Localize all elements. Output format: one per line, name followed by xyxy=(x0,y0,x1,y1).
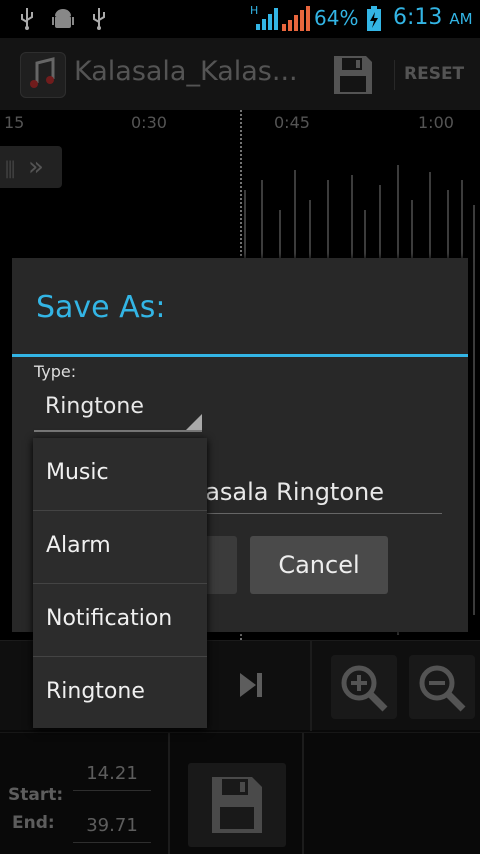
network-type-label: H xyxy=(250,4,258,17)
usb-icon xyxy=(21,8,33,30)
clock-ampm: AM xyxy=(449,10,473,28)
clock-time: 6:13 xyxy=(393,5,443,30)
battery-percent: 64% xyxy=(314,6,359,30)
dropdown-item-label: Alarm xyxy=(46,533,111,558)
usb-icon xyxy=(93,8,105,30)
signal-icon xyxy=(282,6,310,31)
cancel-button[interactable]: Cancel xyxy=(250,536,388,594)
ringtone-name-value: asala Ringtone xyxy=(205,478,384,506)
dropdown-item-label: Music xyxy=(46,460,109,485)
status-bar: H 64% 6:13 AM xyxy=(0,0,480,38)
clock: 6:13 AM xyxy=(393,5,473,30)
dropdown-arrow-icon xyxy=(186,414,202,430)
dropdown-item-label: Ringtone xyxy=(46,679,145,704)
type-spinner-value: Ringtone xyxy=(45,394,144,419)
type-dropdown-list: Music Alarm Notification Ringtone xyxy=(33,438,207,728)
dropdown-item-ringtone[interactable]: Ringtone xyxy=(33,657,207,730)
dialog-title-divider xyxy=(12,354,468,357)
signal-h-icon: H xyxy=(250,4,278,30)
android-debug-icon xyxy=(52,9,74,28)
type-spinner[interactable]: Ringtone xyxy=(34,388,202,432)
ringtone-name-field[interactable]: asala Ringtone xyxy=(182,466,442,514)
dropdown-item-notification[interactable]: Notification xyxy=(33,584,207,657)
dropdown-item-label: Notification xyxy=(46,606,173,631)
dropdown-item-alarm[interactable]: Alarm xyxy=(33,511,207,584)
type-label: Type: xyxy=(34,362,77,381)
battery-charging-icon xyxy=(367,6,381,31)
dialog-title: Save As: xyxy=(36,290,166,325)
dropdown-item-music[interactable]: Music xyxy=(33,438,207,511)
